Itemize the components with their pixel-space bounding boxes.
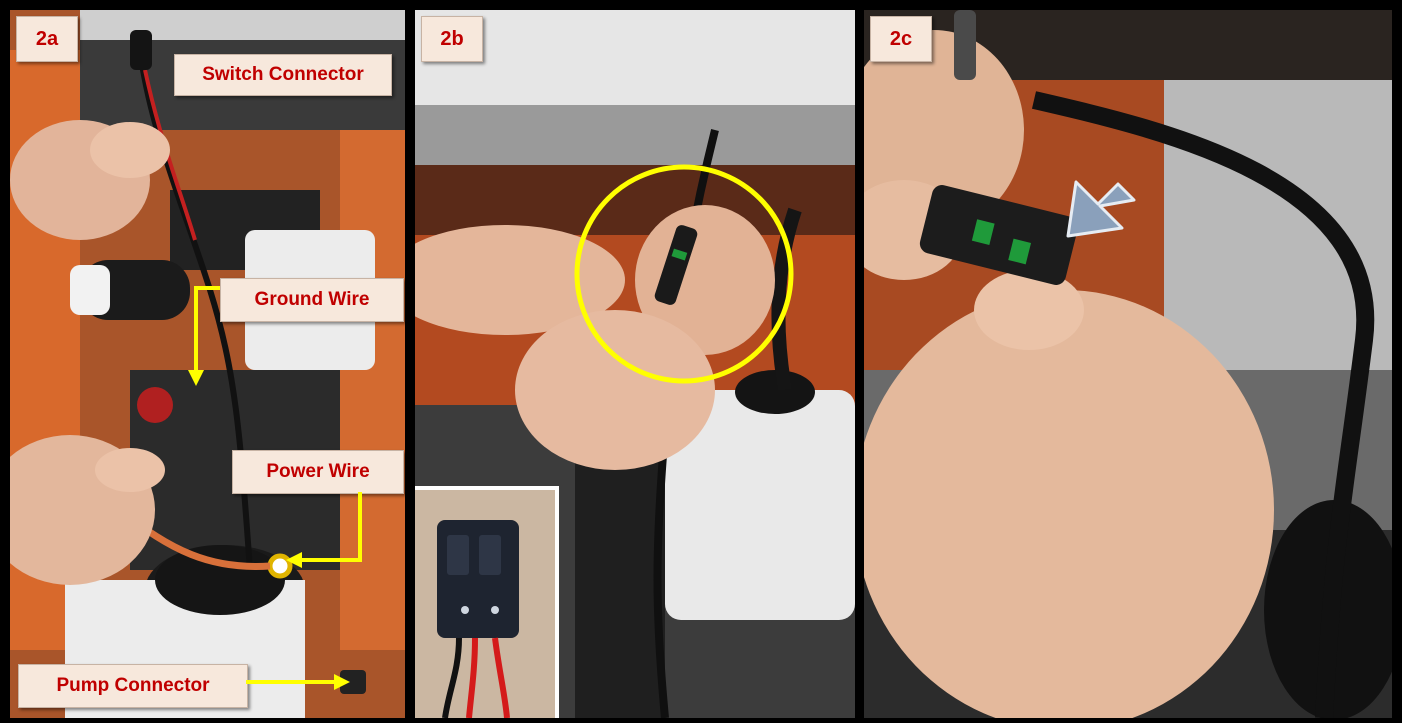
pump-connector-label: Pump Connector bbox=[18, 664, 248, 708]
photo-2c bbox=[864, 10, 1392, 718]
step-badge-2b: 2b bbox=[421, 16, 483, 62]
connector-closeup-photo bbox=[415, 490, 555, 718]
ground-wire-label: Ground Wire bbox=[220, 278, 404, 322]
switch-connector-label: Switch Connector bbox=[174, 54, 392, 96]
panel-2c: 2c bbox=[864, 10, 1392, 718]
photo-2a bbox=[10, 10, 405, 718]
step-badge-2a: 2a bbox=[16, 16, 78, 62]
instruction-figure: 2a Switch Connector Ground Wire Power Wi… bbox=[0, 0, 1402, 723]
power-wire-label: Power Wire bbox=[232, 450, 404, 494]
step-badge-2c: 2c bbox=[870, 16, 932, 62]
panel-2b: 2b bbox=[415, 10, 855, 718]
connector-closeup-inset bbox=[415, 486, 559, 718]
panel-2a: 2a Switch Connector Ground Wire Power Wi… bbox=[10, 10, 405, 718]
